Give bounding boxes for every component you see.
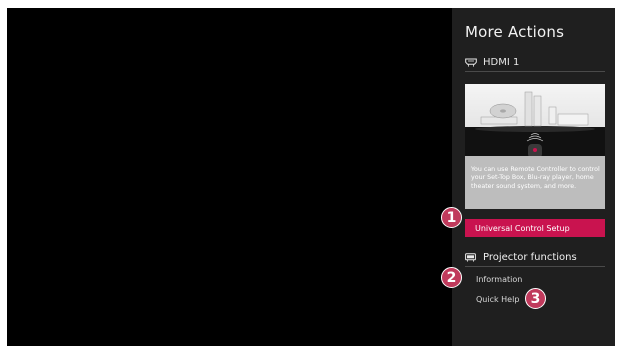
promo-description-box: You can use Remote Controller to control… — [465, 156, 605, 209]
input-source-hdmi[interactable]: HDMI 1 — [465, 54, 605, 70]
panel-title: More Actions — [465, 23, 565, 41]
promo-text: You can use Remote Controller to control… — [471, 166, 600, 190]
quick-help-item[interactable]: Quick Help — [476, 295, 519, 304]
projector-icon — [465, 252, 476, 262]
tv-screen: More Actions HDMI 1 You can use Remote C… — [7, 8, 615, 346]
projector-functions-title: Projector functions — [483, 251, 577, 263]
hdmi-icon — [465, 58, 477, 67]
callout-badge-2: 2 — [441, 267, 462, 288]
universal-control-setup-button[interactable]: Universal Control Setup — [465, 219, 605, 237]
callout-badge-3: 3 — [525, 288, 546, 309]
video-area — [7, 8, 452, 346]
input-source-label: HDMI 1 — [483, 56, 520, 68]
divider — [465, 266, 605, 267]
universal-control-devices-illustration — [465, 84, 605, 156]
callout-badge-1: 1 — [441, 207, 462, 228]
information-item[interactable]: Information — [476, 275, 522, 284]
devices-illustration — [465, 84, 605, 156]
projector-functions-header: Projector functions — [465, 249, 605, 265]
divider — [465, 71, 605, 72]
